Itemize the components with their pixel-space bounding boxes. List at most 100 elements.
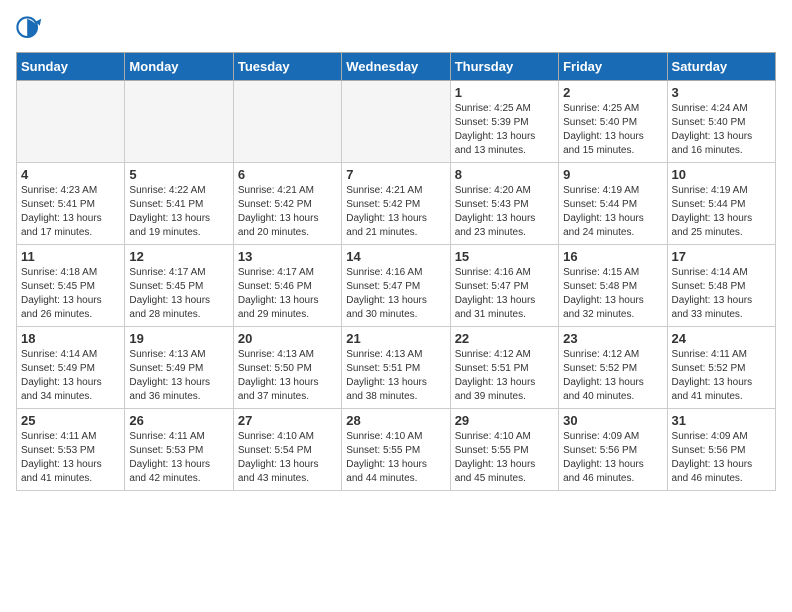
day-number: 9	[563, 167, 662, 182]
day-info: Sunrise: 4:10 AM Sunset: 5:54 PM Dayligh…	[238, 430, 337, 486]
logo	[16, 16, 48, 44]
calendar-cell: 27 Sunrise: 4:10 AM Sunset: 5:54 PM Dayli…	[233, 409, 341, 491]
day-number: 5	[129, 167, 228, 182]
day-number: 10	[672, 167, 771, 182]
day-info: Sunrise: 4:09 AM Sunset: 5:56 PM Dayligh…	[563, 430, 662, 486]
calendar-cell: 8Sunrise: 4:20 AM Sunset: 5:43 PM Daylig…	[450, 163, 558, 245]
day-number: 4	[21, 167, 120, 182]
calendar-cell: 14Sunrise: 4:16 AM Sunset: 5:47 PM Dayli…	[342, 245, 450, 327]
calendar-cell: 29 Sunrise: 4:10 AM Sunset: 5:55 PM Dayli…	[450, 409, 558, 491]
day-info: Sunrise: 4:09 AM Sunset: 5:56 PM Dayligh…	[672, 430, 771, 486]
day-header-tuesday: Tuesday	[233, 53, 341, 81]
calendar-cell: 23Sunrise: 4:12 AM Sunset: 5:52 PM Dayli…	[559, 327, 667, 409]
day-number: 6	[238, 167, 337, 182]
day-number: 3	[672, 85, 771, 100]
day-info: Sunrise: 4:13 AM Sunset: 5:50 PM Dayligh…	[238, 348, 337, 404]
calendar-cell: 5Sunrise: 4:22 AM Sunset: 5:41 PM Daylig…	[125, 163, 233, 245]
day-info: Sunrise: 4:13 AM Sunset: 5:49 PM Dayligh…	[129, 348, 228, 404]
day-number: 1	[455, 85, 554, 100]
calendar-cell: 19 Sunrise: 4:13 AM Sunset: 5:49 PM Dayli…	[125, 327, 233, 409]
week-row-1: 1 Sunrise: 4:25 AM Sunset: 5:39 PM Daylig…	[17, 81, 776, 163]
day-number: 16	[563, 249, 662, 264]
calendar-cell: 25Sunrise: 4:11 AM Sunset: 5:53 PM Dayli…	[17, 409, 125, 491]
day-number: 17	[672, 249, 771, 264]
day-info: Sunrise: 4:15 AM Sunset: 5:48 PM Dayligh…	[563, 266, 662, 322]
day-number: 28	[346, 413, 445, 428]
day-number: 2	[563, 85, 662, 100]
day-info: Sunrise: 4:18 AM Sunset: 5:45 PM Dayligh…	[21, 266, 120, 322]
day-info: Sunrise: 4:11 AM Sunset: 5:52 PM Dayligh…	[672, 348, 771, 404]
day-info: Sunrise: 4:19 AM Sunset: 5:44 PM Dayligh…	[563, 184, 662, 240]
calendar-cell: 28 Sunrise: 4:10 AM Sunset: 5:55 PM Dayli…	[342, 409, 450, 491]
calendar-cell: 30 Sunrise: 4:09 AM Sunset: 5:56 PM Dayli…	[559, 409, 667, 491]
week-row-2: 4 Sunrise: 4:23 AM Sunset: 5:41 PM Daylig…	[17, 163, 776, 245]
calendar-cell: 24 Sunrise: 4:11 AM Sunset: 5:52 PM Dayli…	[667, 327, 775, 409]
day-header-wednesday: Wednesday	[342, 53, 450, 81]
calendar-cell: 18Sunrise: 4:14 AM Sunset: 5:49 PM Dayli…	[17, 327, 125, 409]
day-info: Sunrise: 4:23 AM Sunset: 5:41 PM Dayligh…	[21, 184, 120, 240]
calendar-table: SundayMondayTuesdayWednesdayThursdayFrid…	[16, 52, 776, 491]
day-number: 19	[129, 331, 228, 346]
day-number: 18	[21, 331, 120, 346]
day-number: 12	[129, 249, 228, 264]
calendar-cell	[342, 81, 450, 163]
day-header-monday: Monday	[125, 53, 233, 81]
day-number: 30	[563, 413, 662, 428]
calendar-cell: 3 Sunrise: 4:24 AM Sunset: 5:40 PM Daylig…	[667, 81, 775, 163]
day-number: 11	[21, 249, 120, 264]
day-info: Sunrise: 4:25 AM Sunset: 5:40 PM Dayligh…	[563, 102, 662, 158]
day-number: 22	[455, 331, 554, 346]
week-row-5: 25 Sunrise: 4:11 AM Sunset: 5:53 PM Dayli…	[17, 409, 776, 491]
day-info: Sunrise: 4:12 AM Sunset: 5:51 PM Dayligh…	[455, 348, 554, 404]
day-number: 15	[455, 249, 554, 264]
day-info: Sunrise: 4:21 AM Sunset: 5:42 PM Dayligh…	[238, 184, 337, 240]
week-row-3: 11 Sunrise: 4:18 AM Sunset: 5:45 PM Dayli…	[17, 245, 776, 327]
calendar-cell: 1 Sunrise: 4:25 AM Sunset: 5:39 PM Daylig…	[450, 81, 558, 163]
calendar-cell	[233, 81, 341, 163]
calendar-cell	[17, 81, 125, 163]
day-info: Sunrise: 4:13 AM Sunset: 5:51 PM Dayligh…	[346, 348, 445, 404]
calendar-cell: 11 Sunrise: 4:18 AM Sunset: 5:45 PM Dayli…	[17, 245, 125, 327]
day-number: 13	[238, 249, 337, 264]
day-info: Sunrise: 4:24 AM Sunset: 5:40 PM Dayligh…	[672, 102, 771, 158]
calendar-cell: 10 Sunrise: 4:19 AM Sunset: 5:44 PM Dayli…	[667, 163, 775, 245]
calendar-cell: 4 Sunrise: 4:23 AM Sunset: 5:41 PM Daylig…	[17, 163, 125, 245]
day-header-sunday: Sunday	[17, 53, 125, 81]
calendar-cell: 22 Sunrise: 4:12 AM Sunset: 5:51 PM Dayli…	[450, 327, 558, 409]
day-number: 21	[346, 331, 445, 346]
day-number: 31	[672, 413, 771, 428]
day-info: Sunrise: 4:14 AM Sunset: 5:48 PM Dayligh…	[672, 266, 771, 322]
day-number: 7	[346, 167, 445, 182]
day-info: Sunrise: 4:16 AM Sunset: 5:47 PM Dayligh…	[346, 266, 445, 322]
calendar-cell: 17 Sunrise: 4:14 AM Sunset: 5:48 PM Dayli…	[667, 245, 775, 327]
calendar-cell: 7 Sunrise: 4:21 AM Sunset: 5:42 PM Daylig…	[342, 163, 450, 245]
day-number: 25	[21, 413, 120, 428]
day-info: Sunrise: 4:10 AM Sunset: 5:55 PM Dayligh…	[455, 430, 554, 486]
calendar-cell: 20 Sunrise: 4:13 AM Sunset: 5:50 PM Dayli…	[233, 327, 341, 409]
day-info: Sunrise: 4:16 AM Sunset: 5:47 PM Dayligh…	[455, 266, 554, 322]
calendar-cell: 15 Sunrise: 4:16 AM Sunset: 5:47 PM Dayli…	[450, 245, 558, 327]
logo-icon	[16, 16, 44, 44]
day-headers-row: SundayMondayTuesdayWednesdayThursdayFrid…	[17, 53, 776, 81]
calendar-cell: 9 Sunrise: 4:19 AM Sunset: 5:44 PM Daylig…	[559, 163, 667, 245]
week-row-4: 18Sunrise: 4:14 AM Sunset: 5:49 PM Dayli…	[17, 327, 776, 409]
calendar-cell: 31 Sunrise: 4:09 AM Sunset: 5:56 PM Dayli…	[667, 409, 775, 491]
day-info: Sunrise: 4:25 AM Sunset: 5:39 PM Dayligh…	[455, 102, 554, 158]
day-number: 20	[238, 331, 337, 346]
calendar-cell	[125, 81, 233, 163]
day-header-thursday: Thursday	[450, 53, 558, 81]
page-header	[16, 16, 776, 44]
day-number: 24	[672, 331, 771, 346]
day-info: Sunrise: 4:21 AM Sunset: 5:42 PM Dayligh…	[346, 184, 445, 240]
day-info: Sunrise: 4:19 AM Sunset: 5:44 PM Dayligh…	[672, 184, 771, 240]
day-number: 26	[129, 413, 228, 428]
day-info: Sunrise: 4:12 AM Sunset: 5:52 PM Dayligh…	[563, 348, 662, 404]
calendar-cell: 2 Sunrise: 4:25 AM Sunset: 5:40 PM Daylig…	[559, 81, 667, 163]
day-number: 29	[455, 413, 554, 428]
day-info: Sunrise: 4:11 AM Sunset: 5:53 PM Dayligh…	[129, 430, 228, 486]
day-info: Sunrise: 4:10 AM Sunset: 5:55 PM Dayligh…	[346, 430, 445, 486]
day-info: Sunrise: 4:20 AM Sunset: 5:43 PM Dayligh…	[455, 184, 554, 240]
day-number: 27	[238, 413, 337, 428]
day-header-saturday: Saturday	[667, 53, 775, 81]
day-header-friday: Friday	[559, 53, 667, 81]
